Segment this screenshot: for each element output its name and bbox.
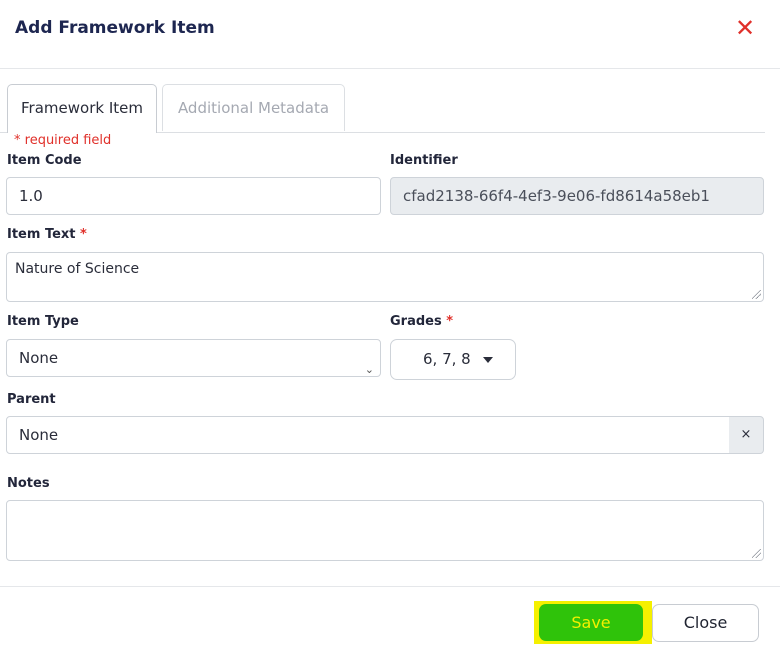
tab-additional-metadata[interactable]: Additional Metadata (162, 84, 345, 131)
resize-grip-icon[interactable] (752, 549, 761, 558)
chevron-down-icon: ⌄ (364, 363, 374, 376)
identifier-field: cfad2138-66f4-4ef3-9e06-fd8614a58eb1 (390, 177, 764, 215)
tab-bar: Framework Item Additional Metadata (0, 84, 765, 133)
grades-label: Grades * (390, 314, 453, 329)
close-icon[interactable]: ✕ (735, 14, 755, 42)
item-text-label: Item Text * (7, 227, 87, 242)
parent-select[interactable]: None (6, 416, 730, 454)
close-button[interactable]: Close (652, 604, 759, 642)
caret-down-icon (483, 356, 494, 363)
parent-label: Parent (7, 392, 56, 407)
resize-grip-icon[interactable] (752, 290, 761, 299)
item-code-input[interactable]: 1.0 (6, 177, 381, 215)
item-text-textarea[interactable]: Nature of Science (6, 252, 764, 302)
grades-value: 6, 7, 8 (423, 350, 471, 368)
required-field-note: * required field (14, 133, 112, 148)
footer-divider (0, 586, 780, 587)
notes-textarea[interactable] (6, 500, 764, 561)
item-text-label-text: Item Text (7, 227, 76, 242)
item-type-label: Item Type (7, 314, 79, 329)
identifier-label: Identifier (390, 153, 458, 168)
modal-title: Add Framework Item (15, 18, 215, 38)
item-type-select[interactable]: None ⌄ (6, 339, 381, 377)
required-mark: * (80, 227, 87, 242)
item-type-value: None (19, 349, 59, 367)
item-code-label: Item Code (7, 153, 82, 168)
required-mark: * (446, 314, 454, 329)
grades-label-text: Grades (390, 314, 442, 329)
clear-parent-button[interactable]: × (729, 416, 764, 454)
item-text-value: Nature of Science (15, 261, 140, 277)
modal-header: Add Framework Item ✕ (0, 0, 780, 69)
tab-framework-item[interactable]: Framework Item (7, 84, 157, 133)
save-button[interactable]: Save (539, 604, 643, 641)
grades-dropdown[interactable]: 6, 7, 8 (390, 339, 516, 380)
notes-label: Notes (7, 476, 50, 491)
